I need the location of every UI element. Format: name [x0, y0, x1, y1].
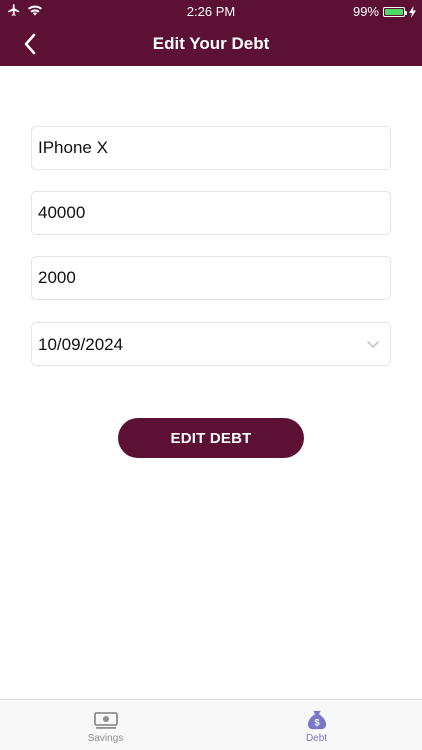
page-title: Edit Your Debt — [152, 34, 270, 53]
status-bar: 2:26 PM 99% — [0, 0, 422, 22]
status-right: 99% — [353, 4, 416, 19]
chevron-down-icon — [367, 341, 379, 348]
charging-bolt-icon — [409, 5, 416, 18]
tab-label-savings: Savings — [87, 733, 124, 744]
tab-bar: Savings $ Debt — [0, 699, 422, 750]
money-bag-icon: $ — [307, 710, 326, 730]
item-name-field[interactable] — [32, 127, 390, 169]
due-date-value: 10/09/2024 — [38, 335, 124, 354]
due-date-picker[interactable]: 10/09/2024 — [31, 322, 391, 366]
installment-amount-field-container — [31, 256, 391, 300]
total-amount-field-container — [31, 191, 391, 235]
money-bill-icon — [93, 712, 118, 729]
battery-icon — [383, 6, 407, 17]
battery-level — [385, 8, 403, 15]
nav-bar: Edit Your Debt — [0, 22, 422, 66]
tab-label-debt: Debt — [305, 733, 328, 744]
battery-percent: 99% — [352, 4, 379, 19]
tab-savings[interactable]: Savings — [0, 700, 211, 750]
total-amount-field[interactable] — [32, 192, 390, 234]
item-name-field-container — [31, 126, 391, 170]
tab-debt[interactable]: $ Debt — [211, 700, 422, 750]
edit-debt-button[interactable]: EDIT DEBT — [118, 418, 304, 458]
svg-text:$: $ — [314, 717, 319, 727]
installment-amount-field[interactable] — [32, 257, 390, 299]
battery-nub — [405, 10, 407, 15]
